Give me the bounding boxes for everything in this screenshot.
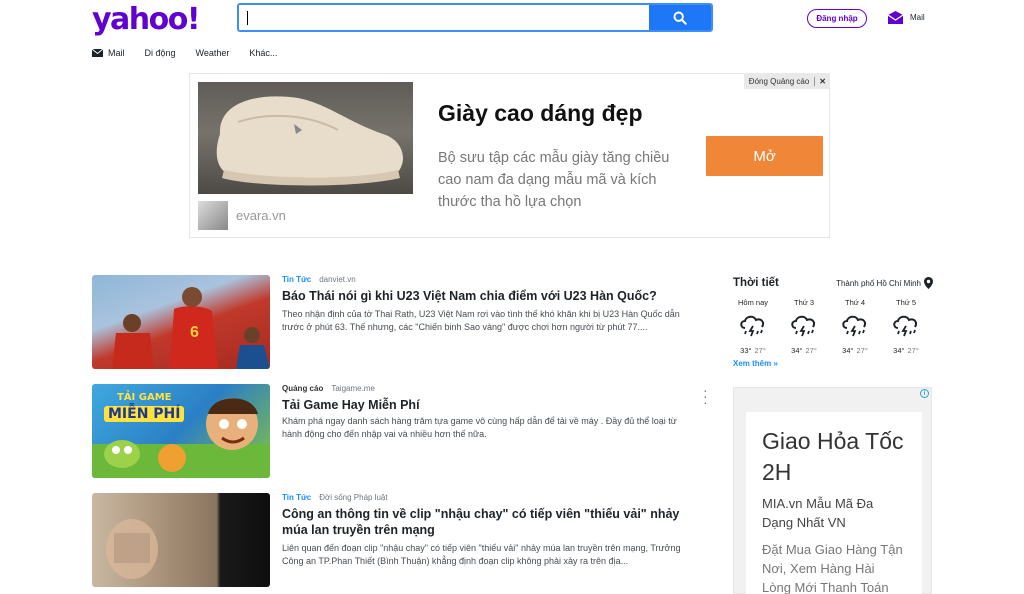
- stream-item[interactable]: 6 Tin Tức danviet.vn Báo Thái nói gì khi…: [92, 275, 712, 369]
- top-nav: Mail Di động Weather Khác...: [92, 48, 277, 58]
- temp-high: 34°: [842, 346, 854, 355]
- forecast-day-label: Thứ 5: [895, 298, 917, 307]
- text-caret: [247, 11, 248, 25]
- temp-high: 33°: [740, 346, 752, 355]
- forecast-day[interactable]: Thứ 3 34° 27°: [784, 298, 824, 355]
- ad-close-label: Đóng Quảng cáo: [748, 76, 810, 86]
- thunderstorm-icon: [842, 315, 867, 337]
- story-thumbnail[interactable]: TẢI GAME MIỄN PHÍ: [92, 384, 270, 478]
- sidebar-ad-title: Giao Hỏa Tốc 2H: [762, 428, 904, 485]
- search-icon: [673, 11, 687, 25]
- thunderstorm-icon: [740, 315, 765, 337]
- advertiser-logo: [198, 201, 228, 230]
- shoe-image: [198, 82, 413, 194]
- ad-domain: evara.vn: [236, 208, 286, 223]
- search-button[interactable]: [649, 5, 711, 30]
- forecast-day-label: Hôm nay: [737, 298, 768, 307]
- forecast-day-label: Thứ 3: [793, 298, 815, 307]
- temp-low: 27°: [805, 346, 817, 355]
- sidebar-ad[interactable]: i Giao Hỏa Tốc 2H MIA.vn Mẫu Mã Đa Dạng …: [733, 387, 932, 594]
- weather-widget: Thời tiết Thành phố Hồ Chí Minh Hôm nay …: [733, 277, 933, 368]
- story-title[interactable]: Tải Game Hay Miễn Phí: [282, 397, 692, 413]
- thunderstorm-icon: [791, 315, 816, 337]
- story-title[interactable]: Báo Thái nói gì khi U23 Việt Nam chia đi…: [282, 288, 692, 304]
- temp-high: 34°: [791, 346, 803, 355]
- yahoo-logo[interactable]: yahoo!: [92, 2, 201, 37]
- thunderstorm-icon: [893, 315, 918, 337]
- envelope-icon: [92, 49, 103, 57]
- sidebar-ad-card[interactable]: Giao Hỏa Tốc 2H MIA.vn Mẫu Mã Đa Dạng Nh…: [746, 412, 922, 594]
- ad-open-button[interactable]: Mở: [706, 136, 823, 176]
- nav-item-mail[interactable]: Mail: [92, 48, 125, 58]
- weather-location-label: Thành phố Hồ Chí Minh: [836, 278, 921, 288]
- story-summary: Liên quan đến đoạn clip "nhậu chay" có t…: [282, 543, 681, 566]
- nav-item-more[interactable]: Khác...: [249, 48, 277, 58]
- forecast-row: Hôm nay 33° 27° Thứ 3 34° 27° Thứ 4 34° …: [733, 298, 926, 355]
- ad-label: Quảng cáo: [282, 384, 324, 393]
- thumb-banner-text: TẢI GAME MIỄN PHÍ: [104, 390, 185, 422]
- story-source: danviet.vn: [319, 275, 356, 284]
- adchoices-info-icon[interactable]: i: [920, 389, 929, 398]
- story-source: Taigame.me: [331, 384, 375, 393]
- temp-high: 34°: [893, 346, 905, 355]
- temp-low: 27°: [754, 346, 766, 355]
- sidebar-ad-subtitle: MIA.vn Mẫu Mã Đa Dạng Nhất VN: [762, 496, 874, 530]
- weather-more-link[interactable]: Xem thêm »: [733, 359, 933, 368]
- mail-link[interactable]: Mail: [887, 10, 925, 25]
- stream-item[interactable]: Tin Tức Đời sống Pháp luật Công an thông…: [92, 493, 712, 587]
- svg-text:6: 6: [190, 324, 199, 341]
- story-thumbnail[interactable]: 6: [92, 275, 270, 369]
- story-summary: Khám phá ngay danh sách hàng trăm tựa ga…: [282, 416, 677, 439]
- story-meta: Tin Tức danviet.vn: [282, 275, 356, 284]
- forecast-day[interactable]: Thứ 5 34° 27°: [886, 298, 926, 355]
- story-meta: Quảng cáo Taigame.me: [282, 384, 375, 393]
- sidebar-ad-description: Đặt Mua Giao Hàng Tận Nơi, Xem Hàng Hài …: [762, 542, 903, 594]
- story-title[interactable]: Công an thông tin về clip "nhậu chay" có…: [282, 506, 692, 538]
- story-source: Đời sống Pháp luật: [319, 493, 388, 502]
- forecast-day-label: Thứ 4: [844, 298, 866, 307]
- story-thumbnail[interactable]: [92, 493, 270, 587]
- weather-location[interactable]: Thành phố Hồ Chí Minh: [836, 277, 933, 289]
- stream-item-ad[interactable]: TẢI GAME MIỄN PHÍ Quảng cáo Taigame.me T…: [92, 383, 712, 478]
- nav-item-weather[interactable]: Weather: [196, 48, 230, 58]
- ad-description: Bộ sưu tập các mẫu giày tăng chiều cao n…: [438, 150, 670, 210]
- ad-close-button[interactable]: Đóng Quảng cáo ✕: [743, 73, 830, 89]
- story-category[interactable]: Tin Tức: [282, 493, 311, 502]
- ad-banner[interactable]: Đóng Quảng cáo ✕ evara.vn Giày cao dáng …: [189, 73, 830, 238]
- search-input[interactable]: [239, 5, 649, 30]
- nav-label: Mail: [108, 48, 125, 58]
- temp-low: 27°: [907, 346, 919, 355]
- story-meta: Tin Tức Đời sống Pháp luật: [282, 493, 388, 502]
- weather-title[interactable]: Thời tiết: [733, 277, 779, 289]
- mail-icon: [887, 11, 904, 24]
- forecast-day[interactable]: Hôm nay 33° 27°: [733, 298, 773, 355]
- temp-low: 27°: [856, 346, 868, 355]
- close-icon: ✕: [814, 76, 830, 86]
- story-category[interactable]: Tin Tức: [282, 275, 311, 284]
- more-options-icon[interactable]: · · ·: [703, 383, 708, 409]
- forecast-day[interactable]: Thứ 4 34° 27°: [835, 298, 875, 355]
- story-summary: Theo nhận định của tờ Thai Rath, U23 Việ…: [282, 309, 680, 332]
- ad-title[interactable]: Giày cao dáng đẹp: [438, 100, 643, 127]
- search-bar: [237, 3, 713, 32]
- signin-button[interactable]: Đăng nhập: [807, 9, 867, 28]
- location-pin-icon: [924, 277, 933, 289]
- mail-label: Mail: [910, 13, 925, 22]
- nav-item-mobile[interactable]: Di động: [145, 48, 176, 58]
